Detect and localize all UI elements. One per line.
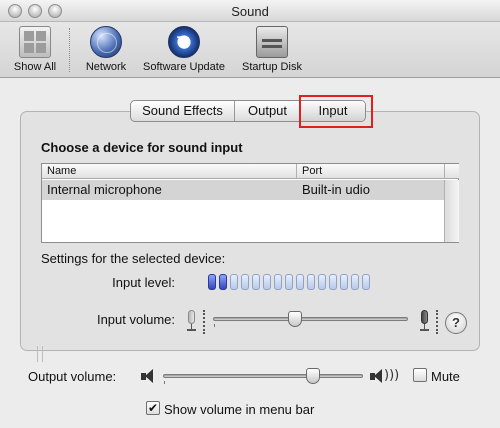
show-volume-checkbox[interactable]: ✔ (146, 401, 160, 415)
level-segment (340, 274, 348, 290)
input-volume-slider[interactable] (213, 317, 408, 327)
device-name: Internal microphone (47, 182, 162, 197)
speaker-low-icon (141, 368, 157, 384)
output-volume-slider[interactable] (163, 374, 363, 384)
toolbar-software-update[interactable]: Software Update (139, 26, 229, 73)
speaker-high-icon: ))) (370, 368, 399, 384)
toolbar-software-update-label: Software Update (143, 61, 225, 73)
input-level-meter (208, 274, 370, 290)
output-volume-label: Output volume: (28, 369, 117, 384)
title-bar: Sound (0, 0, 500, 22)
level-segment (208, 274, 216, 290)
level-segment (329, 274, 337, 290)
input-volume-label: Input volume: (96, 312, 175, 327)
level-segment (296, 274, 304, 290)
level-segment (307, 274, 315, 290)
toolbar-startup-disk-label: Startup Disk (242, 61, 302, 73)
settings-label: Settings for the selected device: (41, 251, 226, 266)
tab-bar: Sound Effects Output Input (130, 100, 366, 122)
level-segment (362, 274, 370, 290)
level-segment (274, 274, 282, 290)
tab-sound-effects[interactable]: Sound Effects (131, 101, 235, 121)
column-header-port[interactable]: Port (297, 164, 444, 179)
device-port: Built-in udio (302, 182, 370, 197)
mute-checkbox[interactable] (413, 368, 427, 382)
input-volume-thumb[interactable] (287, 311, 302, 327)
output-volume-thumb[interactable] (306, 368, 320, 384)
slider-tick (164, 381, 165, 384)
show-volume-label[interactable]: Show volume in menu bar (164, 402, 314, 417)
slider-tick (214, 324, 215, 327)
dotted-marker-right (436, 310, 439, 334)
level-segment (318, 274, 326, 290)
toolbar-show-all[interactable]: Show All (10, 26, 60, 73)
level-segment (351, 274, 359, 290)
level-segment (263, 274, 271, 290)
startup-disk-icon (256, 26, 288, 58)
tab-output[interactable]: Output (235, 101, 301, 121)
toolbar-separator (69, 28, 70, 72)
mic-low-icon (186, 310, 196, 332)
level-segment (252, 274, 260, 290)
level-segment (219, 274, 227, 290)
software-update-icon (168, 26, 200, 58)
input-level-label: Input level: (112, 275, 175, 290)
mute-label[interactable]: Mute (431, 369, 460, 384)
toolbar-network-label: Network (85, 61, 127, 73)
window-title: Sound (231, 4, 269, 19)
column-header-name[interactable]: Name (42, 164, 297, 179)
tab-input[interactable]: Input (301, 101, 365, 121)
level-segment (241, 274, 249, 290)
device-heading: Choose a device for sound input (41, 140, 243, 155)
toolbar-network[interactable]: Network (81, 26, 131, 73)
table-scrollbar[interactable] (444, 180, 459, 242)
dotted-marker-left (203, 310, 206, 334)
network-icon (90, 26, 122, 58)
toolbar-startup-disk[interactable]: Startup Disk (237, 26, 307, 73)
show-all-icon (19, 26, 51, 58)
table-row[interactable]: Internal microphone Built-in udio (42, 180, 444, 200)
toolbar: Show All Network Software Update Startup… (0, 22, 500, 78)
toolbar-show-all-label: Show All (13, 61, 57, 73)
help-button[interactable]: ? (445, 312, 467, 334)
resize-grip (37, 346, 43, 362)
mic-high-icon (419, 310, 429, 332)
level-segment (285, 274, 293, 290)
column-header-corner (444, 164, 459, 179)
device-table: Name Port Internal microphone Built-in u… (41, 163, 459, 243)
level-segment (230, 274, 238, 290)
